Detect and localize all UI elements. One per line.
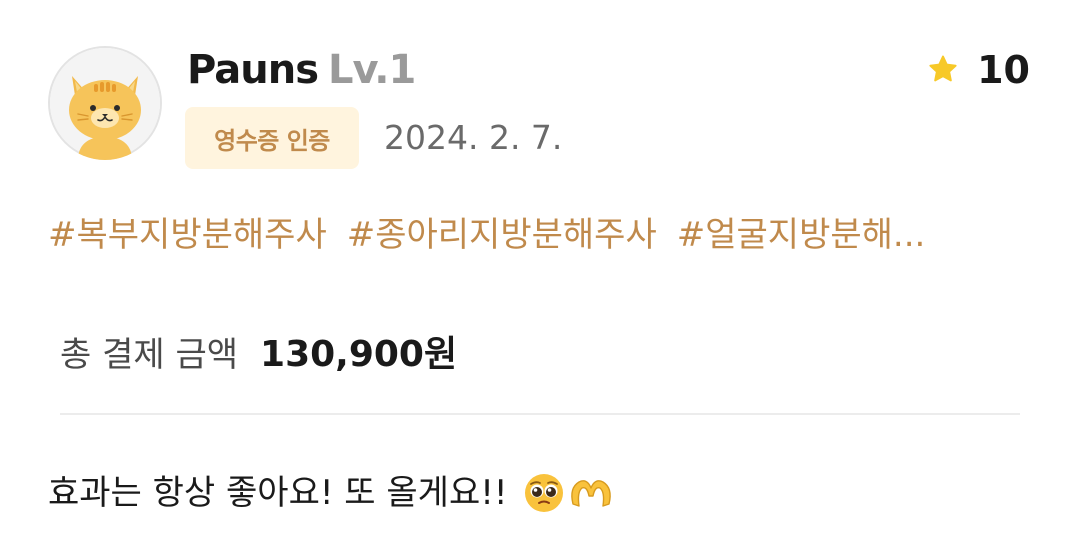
review-body: 효과는 항상 좋아요! 또 올게요!! <box>48 466 615 520</box>
divider <box>60 413 1020 415</box>
cat-avatar-icon[interactable] <box>48 46 162 160</box>
hashtag-list: #복부지방분해주사 #종아리지방분해주사 #얼굴지방분해... <box>48 208 1028 262</box>
username[interactable]: Pauns <box>187 47 319 93</box>
review-date: 2024. 2. 7. <box>384 118 563 157</box>
hashtag[interactable]: #종아리지방분해주사 <box>347 215 657 255</box>
rating: 10 <box>927 46 1030 94</box>
payment-label: 총 결제 금액 <box>60 335 239 375</box>
user-name-line: Pauns Lv.1 <box>187 46 416 94</box>
pleading-face-icon <box>523 472 565 514</box>
payment-total: 총 결제 금액 130,900원 <box>60 328 457 388</box>
review-card: Pauns Lv.1 10 영수증 인증 2024. 2. 7. #복부지방분해주… <box>0 0 1080 554</box>
payment-amount: 130,900원 <box>260 334 458 375</box>
emoji-group <box>523 472 615 514</box>
hashtag[interactable]: #얼굴지방분해... <box>677 215 926 255</box>
hashtag[interactable]: #복부지방분해주사 <box>48 215 327 255</box>
user-level: Lv.1 <box>328 47 416 93</box>
star-icon <box>927 55 959 85</box>
review-text: 효과는 항상 좋아요! 또 올게요!! <box>48 473 508 513</box>
rating-value: 10 <box>977 48 1030 92</box>
heart-hands-icon <box>567 474 615 512</box>
receipt-verified-badge: 영수증 인증 <box>185 107 359 169</box>
